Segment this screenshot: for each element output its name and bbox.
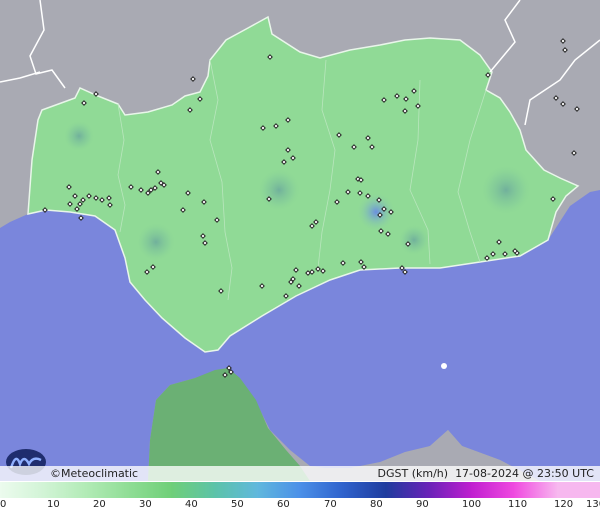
- info-bar: ©Meteoclimatic DGST (km/h) 17-08-2024 @ …: [0, 466, 600, 481]
- scale-segment: [557, 482, 600, 498]
- scale-tick-label: 30: [139, 499, 152, 510]
- scale-segment: [85, 482, 130, 498]
- scale-segment: [342, 482, 387, 498]
- scale-segment: [42, 482, 87, 498]
- island: [441, 363, 447, 369]
- gust-hotspot: [398, 224, 430, 256]
- metric-timestamp: DGST (km/h) 17-08-2024 @ 23:50 UTC: [378, 467, 594, 480]
- scale-tick-label: 50: [231, 499, 244, 510]
- scale-segment: [171, 482, 215, 498]
- weather-map: [0, 0, 600, 481]
- gust-hotspot: [63, 120, 95, 152]
- color-scale-bar: [0, 482, 600, 498]
- scale-tick-label: 20: [93, 499, 106, 510]
- scale-tick-label: 40: [185, 499, 198, 510]
- scale-segment: [257, 482, 301, 498]
- scale-tick-label: 80: [370, 499, 383, 510]
- gust-hotspot: [136, 222, 176, 262]
- scale-tick-label: 0: [0, 499, 7, 510]
- scale-tick-label: 110: [508, 499, 528, 510]
- scale-segment: [214, 482, 258, 498]
- scale-segment: [0, 482, 44, 498]
- scale-segment: [514, 482, 558, 498]
- gust-hotspot: [257, 168, 301, 212]
- timestamp-label: 17-08-2024 @ 23:50 UTC: [455, 467, 594, 480]
- color-scale: 0 10 20 30 40 50 60 70 80 90 100 110 120 130: [0, 481, 600, 517]
- scale-tick-label: 130: [586, 499, 600, 510]
- scale-tick-label: 90: [416, 499, 429, 510]
- gust-hotspot: [480, 164, 532, 216]
- brand-label: ©Meteoclimatic: [50, 467, 139, 480]
- scale-tick-label: 100: [462, 499, 482, 510]
- scale-tick-label: 10: [47, 499, 60, 510]
- scale-tick-label: 120: [554, 499, 574, 510]
- scale-tick-label: 70: [324, 499, 337, 510]
- scale-segment: [428, 482, 472, 498]
- scale-segment: [471, 482, 515, 498]
- scale-segment: [385, 482, 430, 498]
- scale-segment: [128, 482, 172, 498]
- scale-tick-label: 60: [277, 499, 290, 510]
- map-canvas: [0, 0, 600, 481]
- scale-segment: [300, 482, 344, 498]
- metric-label: DGST (km/h): [377, 467, 449, 480]
